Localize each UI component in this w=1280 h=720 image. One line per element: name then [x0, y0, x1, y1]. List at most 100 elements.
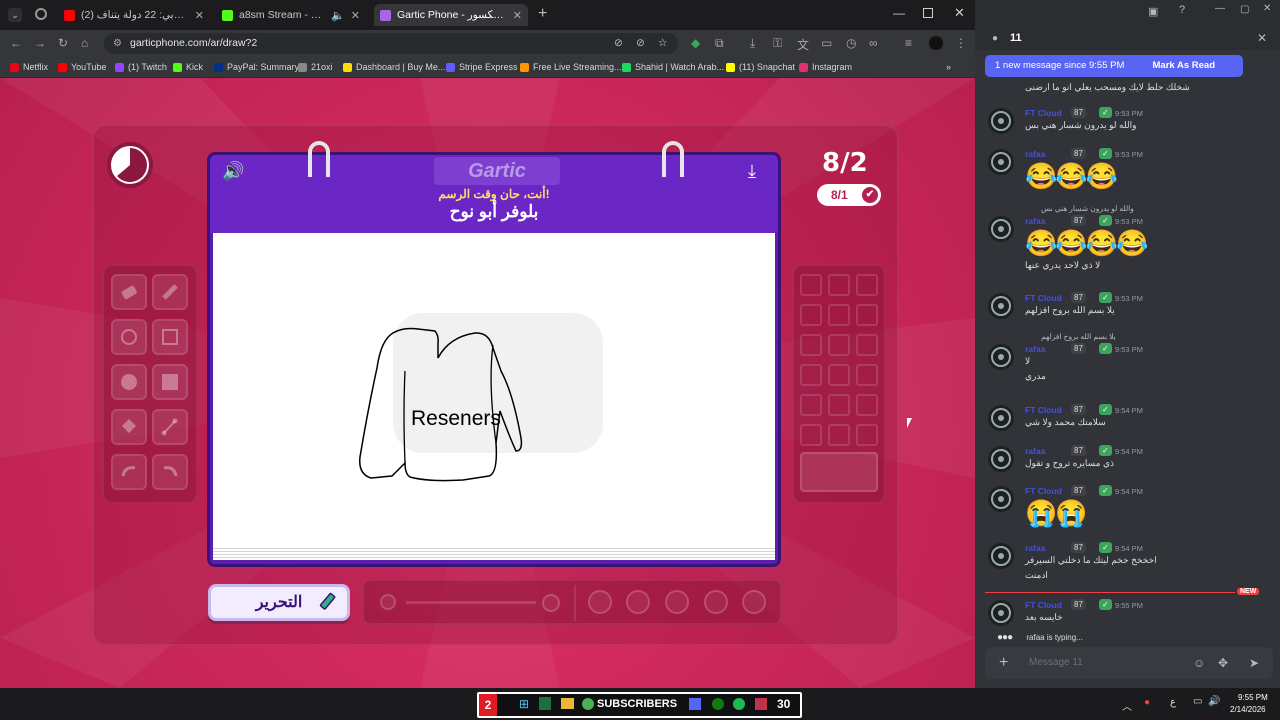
username[interactable]: FT Cloud — [1025, 293, 1062, 303]
bookmark-item[interactable]: PayPal: Summary — [214, 59, 299, 75]
username[interactable]: rafaa — [1025, 543, 1045, 553]
opacity-slider-min[interactable] — [380, 594, 396, 610]
close-window-button[interactable]: ✕ — [1263, 3, 1271, 14]
color-swatch[interactable] — [856, 424, 878, 446]
close-icon[interactable]: ✕ — [195, 9, 204, 22]
color-swatch[interactable] — [828, 364, 850, 386]
avatar[interactable] — [929, 36, 943, 50]
brush-size-option[interactable] — [626, 590, 650, 614]
language-indicator[interactable]: ع — [1170, 697, 1176, 708]
help-icon[interactable]: ? — [1179, 4, 1185, 16]
bookmark-item[interactable]: Kick — [173, 59, 203, 75]
folder-icon[interactable] — [561, 698, 574, 709]
opacity-slider-track[interactable] — [406, 601, 536, 604]
avatar[interactable] — [988, 446, 1014, 472]
mute-icon[interactable]: 🔈 — [331, 9, 345, 22]
excel-icon[interactable] — [539, 697, 551, 710]
line-tool[interactable] — [152, 409, 188, 445]
forward-icon[interactable]: → — [34, 36, 46, 50]
username[interactable]: rafaa — [1025, 216, 1045, 226]
username[interactable]: rafaa — [1025, 344, 1045, 354]
eraser-tool[interactable] — [111, 274, 147, 310]
color-swatch[interactable] — [800, 424, 822, 446]
xbox-icon[interactable] — [712, 698, 724, 710]
url-input[interactable]: ⚙ garticphone.com/ar/draw?2 ⊘ ⊘ ☆ — [104, 33, 678, 54]
mark-as-read-button[interactable]: Mark As Read — [1153, 55, 1215, 77]
app-icon[interactable] — [755, 698, 767, 710]
close-icon[interactable]: ✕ — [351, 9, 360, 22]
drawing-canvas[interactable]: Reseners — [213, 233, 775, 546]
volume-icon[interactable]: 🔊 — [1208, 696, 1220, 707]
color-swatch[interactable] — [828, 274, 850, 296]
bookmark-item[interactable]: YouTube — [58, 59, 106, 75]
color-swatch[interactable] — [856, 274, 878, 296]
new-messages-banner[interactable]: 1 new message since 9:55 PM Mark As Read — [985, 55, 1243, 77]
tab-gartic[interactable]: Gartic Phone - الهاتف المكسور ✕ — [374, 4, 528, 26]
microphone-icon[interactable]: ● — [1144, 697, 1150, 708]
bucket-tool[interactable] — [111, 409, 147, 445]
redo-tool[interactable] — [152, 454, 188, 490]
avatar[interactable] — [988, 344, 1014, 370]
star-icon[interactable]: ☆ — [658, 33, 667, 54]
chrome-profile-icon[interactable] — [35, 8, 47, 20]
username[interactable]: FT Cloud — [1025, 486, 1062, 496]
clock-date[interactable]: 2/14/2026 — [1230, 705, 1266, 714]
tray-chevron-icon[interactable]: ︿ — [1122, 698, 1132, 713]
history-icon[interactable]: ◷ — [846, 36, 856, 50]
avatar[interactable] — [988, 108, 1014, 134]
color-swatch[interactable] — [828, 334, 850, 356]
bookmark-item[interactable]: Stripe Express — [446, 59, 518, 75]
tab-search-icon[interactable]: ⌄ — [8, 8, 22, 22]
avatar[interactable] — [988, 293, 1014, 319]
pencil-tool[interactable] — [152, 274, 188, 310]
reply-preview[interactable]: والله لو يدرون شسار هني بس — [1041, 204, 1134, 213]
eye-off-icon[interactable]: ⊘ — [614, 33, 623, 54]
minimize-button[interactable]: — — [1215, 3, 1225, 14]
bookmark-item[interactable]: Free Live Streaming... — [520, 59, 622, 75]
media-icon[interactable]: ≡ — [905, 36, 912, 50]
send-icon[interactable]: ➤ — [1249, 647, 1259, 679]
bookmark-item[interactable]: Instagram — [799, 59, 852, 75]
spotify-icon[interactable] — [733, 698, 745, 710]
color-swatch[interactable] — [800, 304, 822, 326]
minimize-button[interactable]: — — [893, 6, 905, 20]
maximize-button[interactable]: ▢ — [1240, 4, 1249, 15]
username[interactable]: rafaa — [1025, 149, 1045, 159]
filled-rectangle-tool[interactable] — [152, 364, 188, 400]
close-window-button[interactable]: ✕ — [954, 5, 965, 21]
brush-size-option[interactable] — [665, 590, 689, 614]
color-swatch[interactable] — [856, 394, 878, 416]
avatar[interactable] — [988, 405, 1014, 431]
bookmark-item[interactable]: (11) Snapchat — [726, 59, 795, 75]
color-swatch[interactable] — [856, 334, 878, 356]
avatar[interactable] — [988, 149, 1014, 175]
username[interactable]: FT Cloud — [1025, 405, 1062, 415]
username[interactable]: FT Cloud — [1025, 108, 1062, 118]
chrome-icon[interactable] — [582, 698, 594, 710]
emoji-icon[interactable]: ☺ — [1193, 647, 1205, 679]
color-swatch[interactable] — [800, 394, 822, 416]
reload-icon[interactable]: ↻ — [58, 36, 68, 50]
card-icon[interactable]: ▭ — [821, 36, 832, 50]
brush-size-option[interactable] — [704, 590, 728, 614]
back-icon[interactable]: ← — [10, 36, 22, 50]
close-icon[interactable]: ✕ — [1257, 31, 1267, 45]
extension-icon[interactable]: ◆ — [691, 36, 700, 50]
maximize-button[interactable] — [923, 8, 933, 18]
ellipse-tool[interactable] — [111, 319, 147, 355]
avatar[interactable] — [988, 543, 1014, 569]
eye-off-icon[interactable]: ⊘ — [636, 33, 645, 54]
clock-time[interactable]: 9:55 PM — [1238, 693, 1268, 702]
tab-kick[interactable]: a8sm Stream - Watch Live o... 🔈 ✕ — [216, 4, 366, 26]
color-swatch[interactable] — [856, 364, 878, 386]
menu-icon[interactable]: ⋮ — [955, 36, 967, 50]
done-button[interactable]: التحرير — [208, 584, 350, 621]
avatar[interactable] — [988, 600, 1014, 626]
more-bookmarks-icon[interactable]: » — [946, 59, 951, 75]
color-swatch[interactable] — [828, 394, 850, 416]
bookmark-item[interactable]: Dashboard | Buy Me... — [343, 59, 445, 75]
rectangle-tool[interactable] — [152, 319, 188, 355]
color-swatch[interactable] — [828, 304, 850, 326]
app-icon[interactable] — [689, 698, 701, 710]
message-input[interactable]: + Message 11 ☺ ✥ ➤ — [985, 647, 1273, 679]
